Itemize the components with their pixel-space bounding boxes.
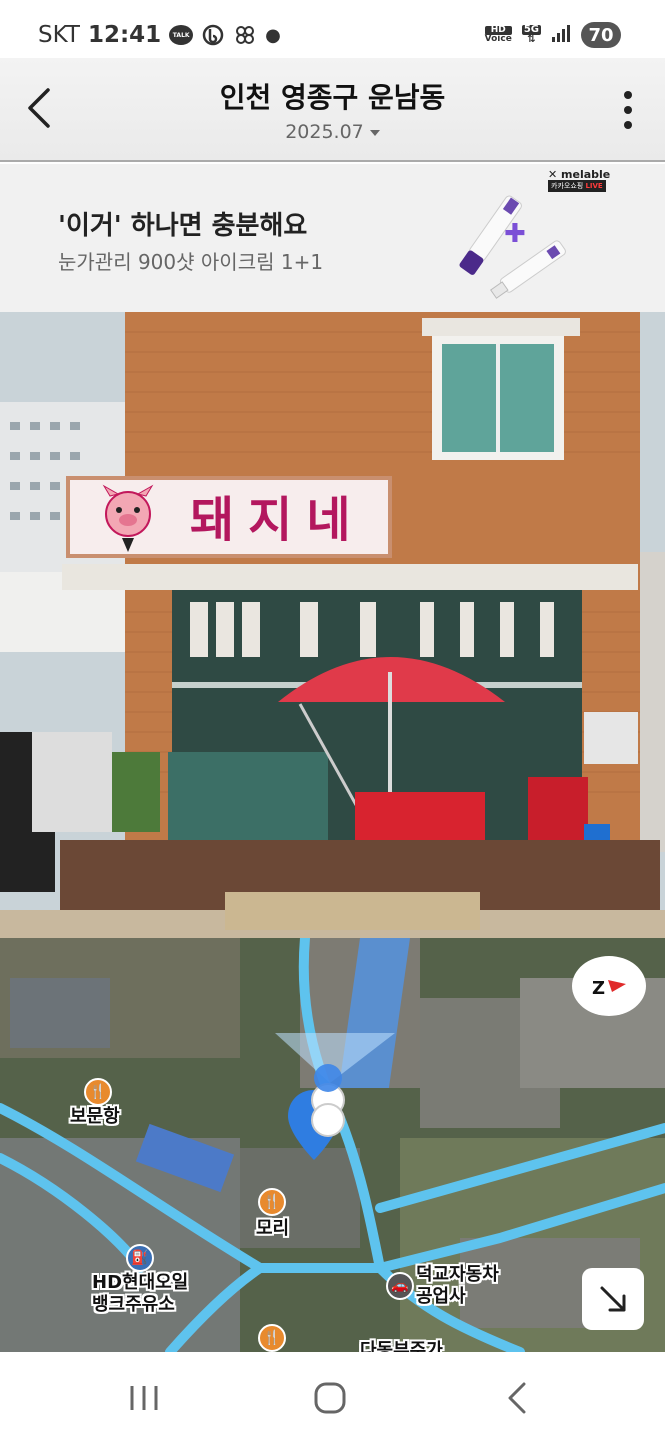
hd-voice-icon: HD Voice [484, 26, 512, 44]
svg-text:Z: Z [592, 978, 605, 999]
restaurant-pin-icon[interactable]: 🍴 [258, 1324, 286, 1352]
battery-indicator: 70 [581, 22, 621, 48]
car-repair-pin-icon[interactable]: 🚗 [386, 1272, 414, 1300]
recent-apps-icon [130, 1386, 158, 1410]
compass-icon: Z [592, 978, 626, 999]
ad-subtitle: 눈가관리 900샷 아이크림 1+1 [58, 250, 324, 274]
system-nav-bar [0, 1352, 665, 1440]
caret-down-icon [369, 129, 380, 136]
svg-text:✚: ✚ [504, 219, 526, 249]
expand-map-button[interactable] [582, 1268, 644, 1330]
map-label-repair-shop[interactable]: 덕교자동차 공업사 [416, 1264, 499, 1308]
location-pin-icon [288, 1064, 345, 1160]
store-sign-text: 돼지네 [190, 492, 365, 548]
restaurant-pin-icon[interactable]: 🍴 [84, 1078, 112, 1106]
eye-cream-product-image: ✚ [459, 195, 566, 299]
system-back-button[interactable] [498, 1380, 538, 1416]
gas-station-name-line2: 뱅크주유소 [92, 1294, 175, 1315]
repair-shop-name-line1: 덕교자동차 [416, 1264, 499, 1285]
kakaotalk-icon: TALK [169, 23, 194, 47]
more-dot-icon [624, 91, 632, 99]
more-dot-icon [624, 121, 632, 129]
street-view-scene [0, 312, 665, 938]
repair-shop-name-line2: 공업사 [416, 1286, 466, 1307]
compass-button[interactable]: Z [572, 956, 646, 1016]
map-label-mori[interactable]: 모리 [256, 1218, 289, 1240]
map-label-gas-station[interactable]: HD현대오일 뱅크주유소 [92, 1272, 188, 1316]
voice-label: Voice [484, 34, 512, 44]
date-label: 2025.07 [285, 121, 364, 143]
ad-live-label: LIVE [585, 182, 603, 190]
clock-time: 12:41 [87, 22, 162, 48]
mini-map[interactable]: 🍴 보문항 🍴 모리 ⛽ HD현대오일 뱅크주유소 🚗 덕교자동차 공업사 🍴 다동… [0, 938, 665, 1352]
date-selector[interactable]: 2025.07 [0, 121, 665, 143]
ad-title: '이거' 하나면 충분해요 [58, 211, 308, 241]
restaurant-pin-icon[interactable]: 🍴 [258, 1188, 286, 1216]
notification-dot-icon: ● [265, 24, 281, 46]
map-label-bomunhang[interactable]: 보문항 [70, 1106, 120, 1128]
more-options-button[interactable] [623, 91, 633, 129]
ad-banner[interactable]: '이거' 하나면 충분해요 눈가관리 900샷 아이크림 1+1 ✕ melab… [0, 164, 665, 312]
back-arrow-icon [508, 1382, 526, 1414]
band-icon [201, 23, 225, 47]
signal-icon [551, 23, 571, 47]
street-view-image[interactable]: 돼지네 [0, 312, 665, 938]
gas-station-pin-icon[interactable]: ⛽ [126, 1244, 154, 1272]
store-sign: 돼지네 [66, 476, 392, 558]
arrow-down-right-icon [600, 1286, 626, 1312]
pinwheel-icon [233, 23, 257, 47]
roadview-header: 인천 영종구 운남동 2025.07 [0, 58, 665, 162]
home-icon [314, 1382, 346, 1414]
map-label-partial[interactable]: 다동부주가 [360, 1340, 443, 1352]
network-5g-icon: 5G ⇅ [521, 24, 541, 45]
page-title: 인천 영종구 운남동 [219, 81, 446, 114]
kakaotalk-icon-label: TALK [169, 25, 194, 45]
more-dot-icon [624, 106, 632, 114]
home-button[interactable] [310, 1380, 350, 1416]
gas-station-name-line1: HD현대오일 [92, 1272, 189, 1293]
carrier-label: SKT [38, 22, 80, 48]
pig-mascot-icon [102, 484, 154, 552]
recent-apps-button[interactable] [124, 1380, 164, 1416]
